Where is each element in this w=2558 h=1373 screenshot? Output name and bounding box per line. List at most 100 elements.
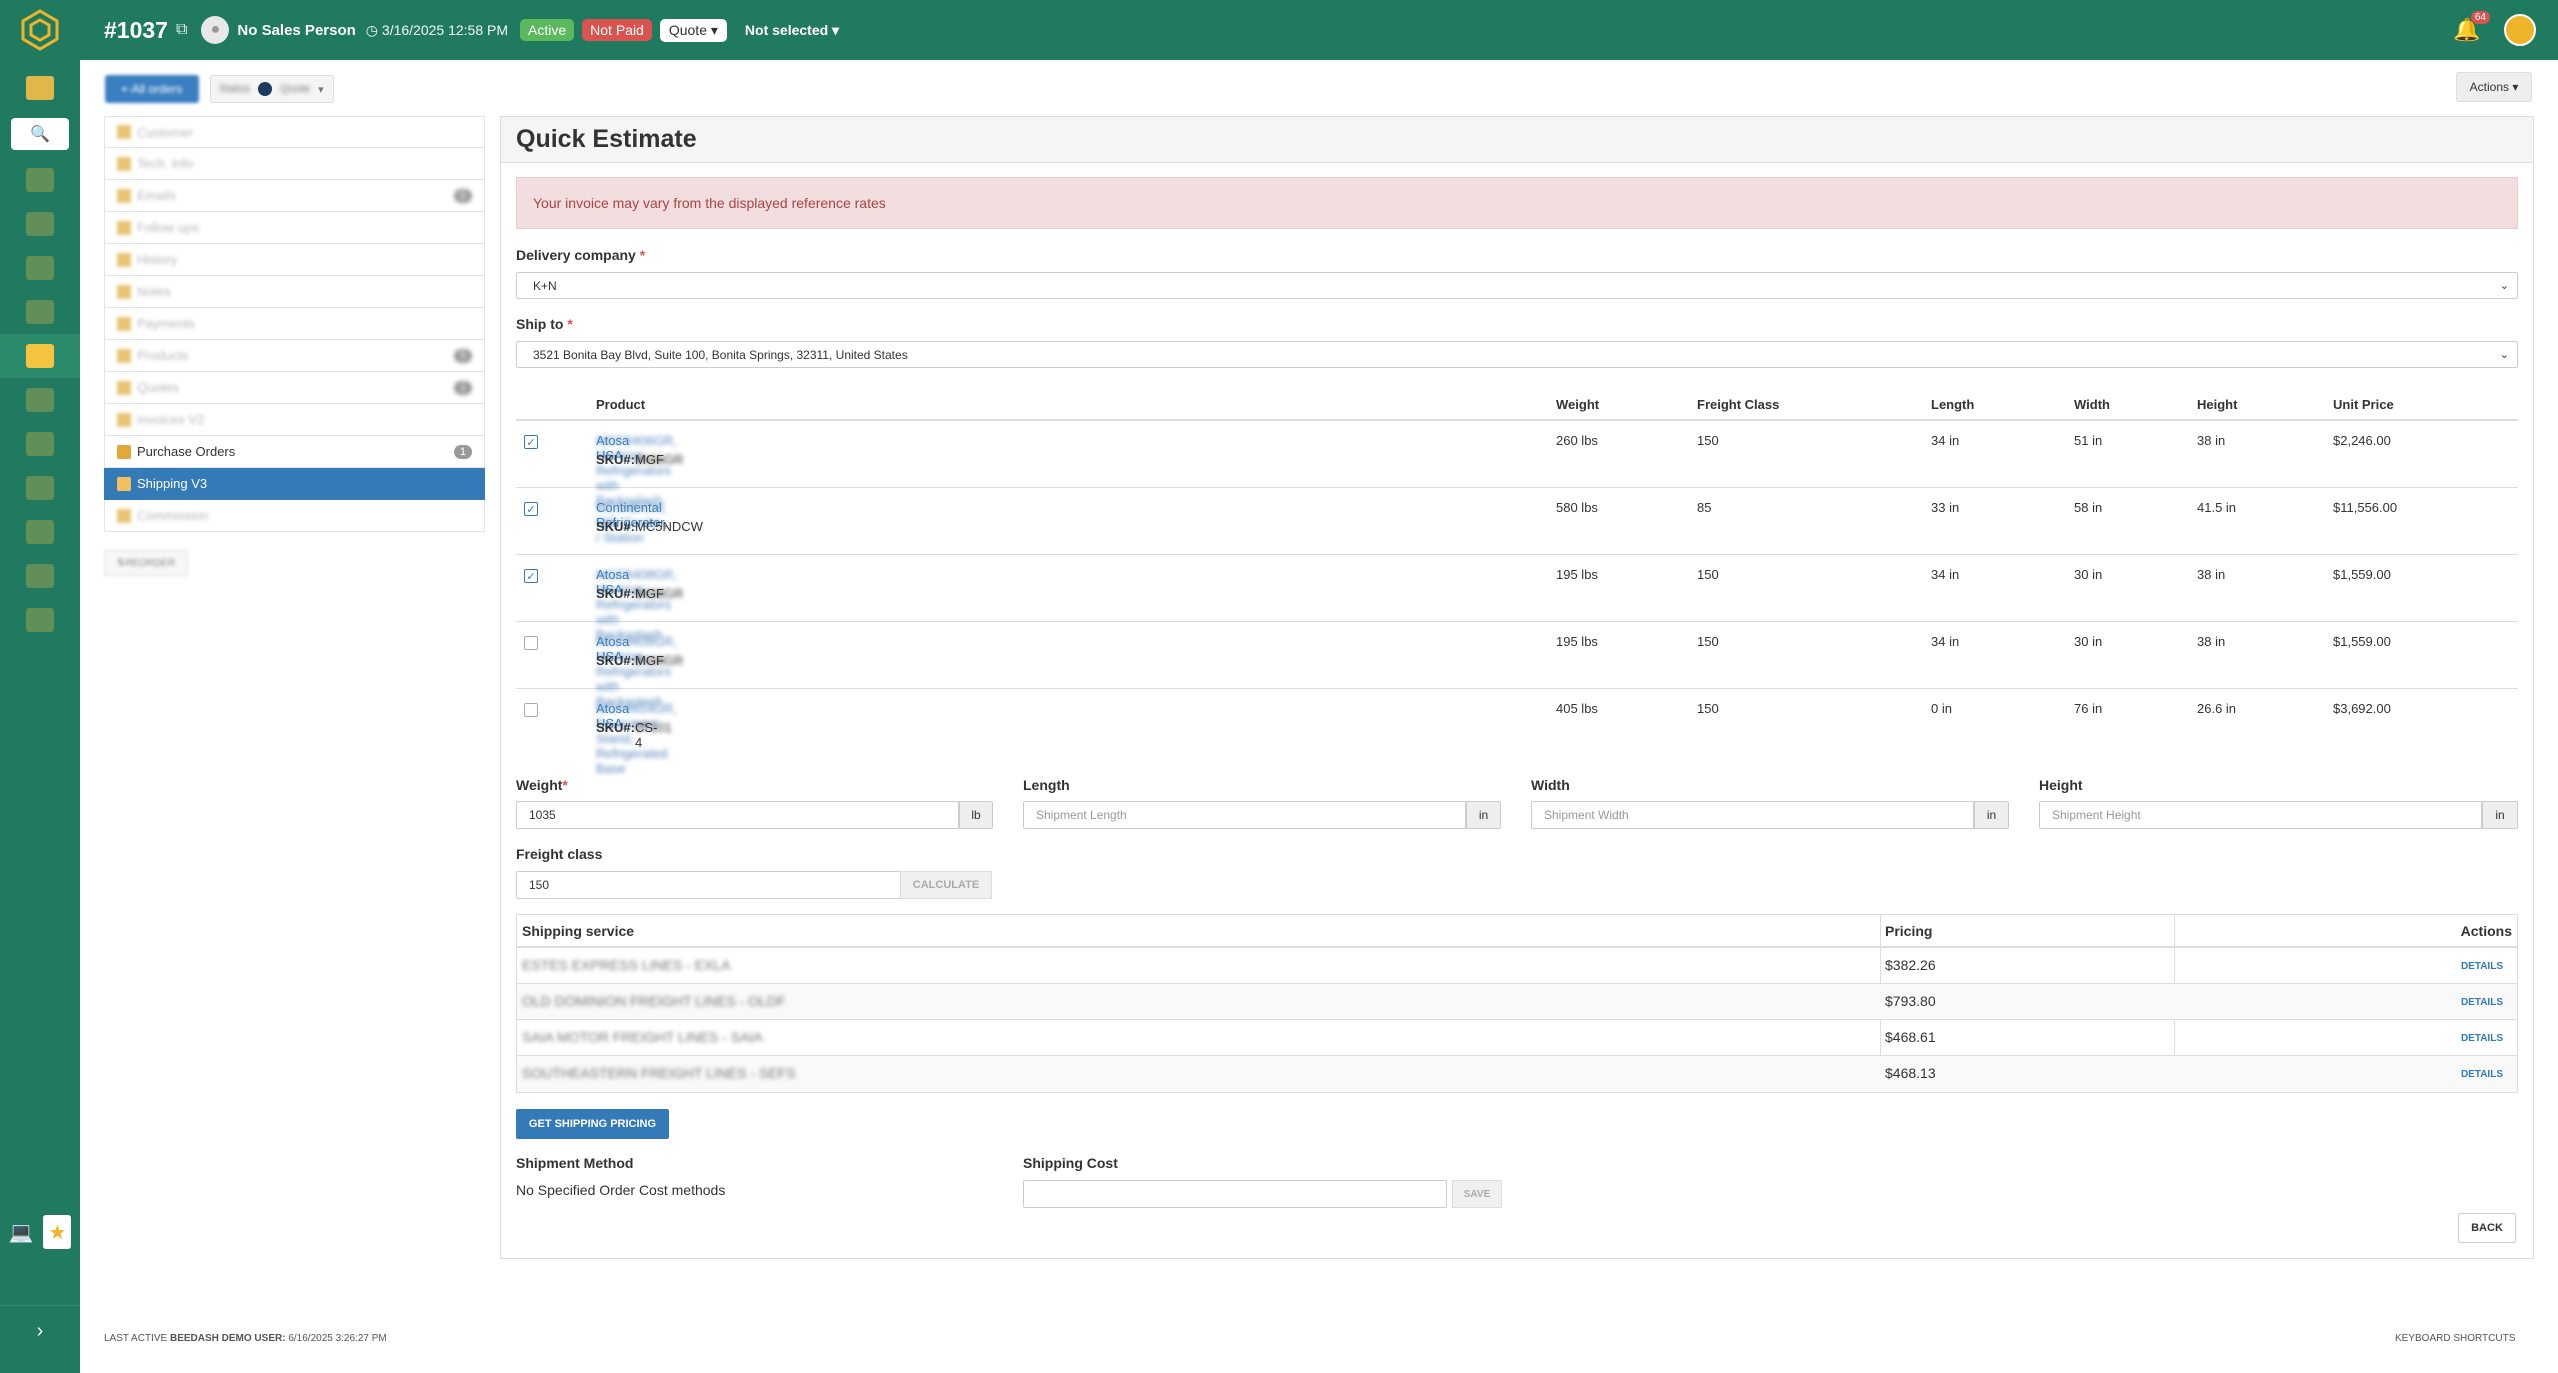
menu-item-products[interactable]: Products 5 [104,340,485,372]
shipping-cost-input[interactable] [1023,1180,1447,1208]
weight-label: Weight* [516,777,568,793]
shipping-icon [117,476,131,491]
menu-item-customer[interactable]: Customer [104,116,485,148]
product-height: 38 in [2197,567,2226,582]
required-marker: * [639,247,646,263]
rail-item-3[interactable] [0,246,80,290]
menu-label: Purchase Orders [137,444,236,459]
required-marker: * [562,777,568,793]
last-active-footer: LAST ACTIVE BEEDASH DEMO USER: 6/16/2025… [104,1333,387,1344]
menu-item-payments[interactable]: Payments [104,308,485,340]
rail-item-2[interactable] [0,202,80,246]
save-button[interactable]: SAVE [1452,1180,1502,1208]
menu-item-quotes[interactable]: Quotes 1 [104,372,485,404]
shipment-method-value: No Specified Order Cost methods [516,1182,726,1198]
rail-item-1[interactable] [0,158,80,202]
product-freight-class: 150 [1697,634,1719,649]
menu-item-follow-ups[interactable]: Follow ups [104,212,485,244]
logo[interactable] [0,0,80,60]
get-shipping-pricing-button[interactable]: GET SHIPPING PRICING [516,1109,669,1139]
rail-item-8[interactable] [0,510,80,554]
top-bar: #1037 ⧉ ● No Sales Person ◷ 3/16/2025 12… [0,0,2558,60]
freight-class-input[interactable]: 150 [516,871,901,899]
actions-dropdown[interactable]: Actions ▾ [2456,72,2532,102]
col-height: Height [2197,397,2238,412]
payment-status-badge[interactable]: Not Paid [582,19,652,41]
product-checkbox[interactable]: ✓ [524,569,538,583]
product-checkbox[interactable] [524,703,538,717]
menu-count: 0 [453,188,472,203]
product-checkbox[interactable]: ✓ [524,435,538,449]
rail-item-10[interactable] [0,598,80,642]
length-input[interactable]: Shipment Length [1023,801,1466,829]
order-date: ◷ 3/16/2025 12:58 PM [365,21,509,38]
menu-item-purchase-orders[interactable]: Purchase Orders 1 [104,436,485,468]
star-icon[interactable]: ★ [43,1215,72,1249]
menu-item-notes[interactable]: Notes [104,276,485,308]
rail-item-9[interactable] [0,554,80,598]
rail-icon-5 [26,388,54,412]
rail-item-5[interactable] [0,378,80,422]
details-button[interactable]: DETAILS [2461,1033,2503,1044]
shipping-service-name: SOUTHEASTERN FREIGHT LINES - SEFS [522,1065,796,1081]
menu-item-emails[interactable]: Emails 0 [104,180,485,212]
all-orders-label: All orders [131,82,183,96]
menu-count: 5 [453,348,472,363]
weight-unit: lb [959,801,993,829]
status-dot [258,82,273,96]
back-button[interactable]: BACK [2458,1213,2516,1243]
sales-person[interactable]: No Sales Person [237,22,355,39]
shipment-method-label: Shipment Method [516,1155,634,1171]
col-pricing: Pricing [1885,923,1933,939]
height-label: Height [2039,777,2083,793]
menu-item-commission[interactable]: Commission [104,500,485,532]
hexagon-logo-icon [21,9,59,51]
rail-item-orders[interactable] [0,334,80,378]
not-selected-dropdown[interactable]: Not selected ▾ [745,22,839,39]
details-button[interactable]: DETAILS [2461,961,2503,972]
height-input[interactable]: Shipment Height [2039,801,2482,829]
shipping-price: $793.80 [1885,993,1936,1009]
menu-item-invoices[interactable]: Invoices V2 [104,404,485,436]
ship-to-label-text: Ship to [516,316,564,332]
user-avatar[interactable] [2504,14,2536,46]
width-input[interactable]: Shipment Width [1531,801,1974,829]
menu-item-tech-info[interactable]: Tech. Info [104,148,485,180]
weight-label-text: Weight [516,777,563,793]
copy-icon[interactable]: ⧉ [176,21,187,39]
quote-dropdown[interactable]: Quote ▾ [659,18,727,42]
weight-input[interactable]: 1035 [516,801,959,829]
rail-item-7[interactable] [0,466,80,510]
keyboard-shortcuts-link[interactable]: KEYBOARD SHORTCUTS [2395,1333,2515,1344]
shipping-row: SOUTHEASTERN FREIGHT LINES - SEFS $468.1… [517,1056,2517,1092]
product-checkbox[interactable]: ✓ [524,502,538,516]
shipping-service-name: ESTES EXPRESS LINES - EXLA [522,957,731,973]
rail-item-4[interactable] [0,290,80,334]
laptop-icon[interactable]: 💻 [9,1220,34,1245]
rail-search-button[interactable]: 🔍 [11,118,69,150]
shipping-price: $468.13 [1885,1065,1936,1081]
delivery-company-select[interactable]: K+N ⌄ [516,272,2518,299]
product-checkbox[interactable] [524,636,538,650]
expand-chevron-icon[interactable]: › [0,1305,80,1343]
status-active-badge[interactable]: Active [520,19,575,41]
product-sku: SKU#: MGF 8406GR [596,452,683,467]
menu-count: 1 [453,444,472,459]
reorder-button[interactable]: ⇅ REORDER [104,550,188,576]
ship-to-select[interactable]: 3521 Bonita Bay Blvd, Suite 100, Bonita … [516,341,2518,368]
rail-item-dashboard[interactable] [0,66,80,110]
details-button[interactable]: DETAILS [2461,1069,2503,1080]
rate-warning-alert: Your invoice may vary from the displayed… [516,177,2518,229]
rail-item-6[interactable] [0,422,80,466]
menu-item-history[interactable]: History [104,244,485,276]
details-button[interactable]: DETAILS [2461,997,2503,1008]
length-unit: in [1466,801,1501,829]
all-orders-button[interactable]: ⇠ All orders [105,75,199,103]
product-row: Atosa USA, MGF8408GR, Worktop Refrigerat… [516,622,2518,709]
notification-bell[interactable]: 🔔 64 [2453,11,2490,45]
menu-item-shipping-v3[interactable]: Shipping V3 [104,468,485,500]
menu-label: History [137,252,178,267]
order-side-menu: Customer Tech. Info Emails 0 Follow ups H… [104,116,485,576]
status-dropdown[interactable]: Status Quote ▾ [210,75,334,103]
calculate-button[interactable]: CALCULATE [900,871,992,899]
